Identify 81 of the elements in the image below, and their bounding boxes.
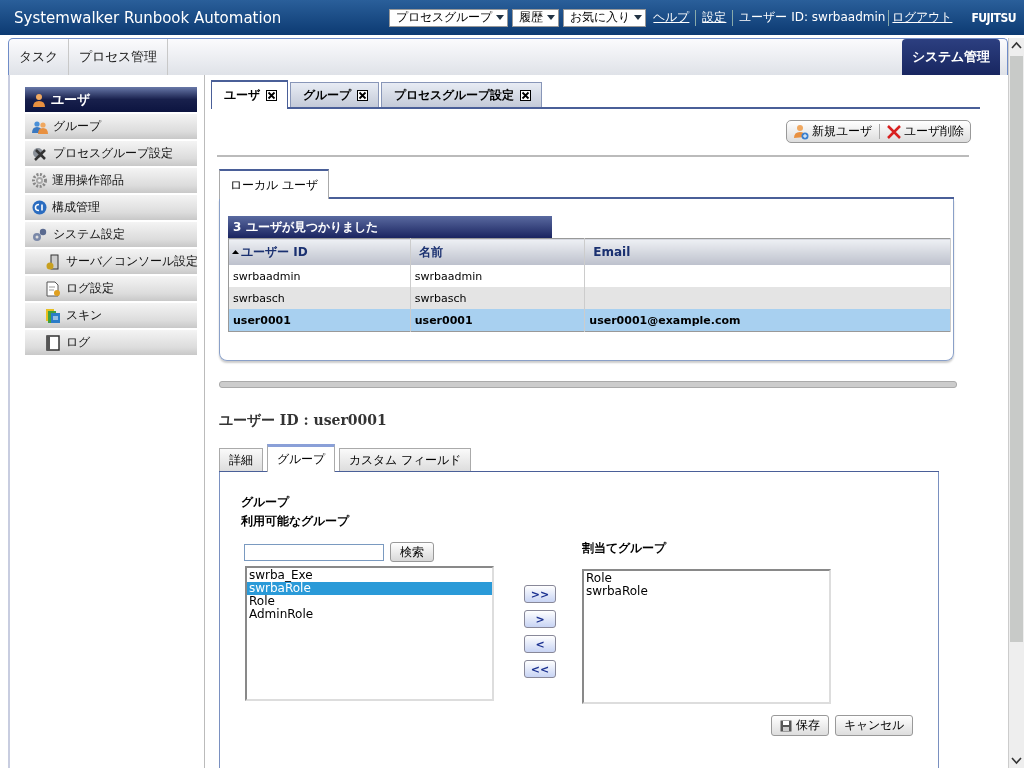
sidebar-item[interactable]: スキン xyxy=(25,303,197,328)
list-item[interactable]: swrba_Exe xyxy=(247,569,492,582)
column-header[interactable]: ユーザー ID xyxy=(228,238,411,265)
close-icon xyxy=(266,90,277,101)
nav-tab[interactable]: システム管理 xyxy=(902,39,1000,75)
sidebar-item[interactable]: ログ設定 xyxy=(25,276,197,301)
book-icon xyxy=(45,334,61,351)
table-cell: user0001 xyxy=(414,313,473,327)
server-icon xyxy=(45,253,61,270)
move-button[interactable]: < xyxy=(524,635,556,653)
move-button[interactable]: >> xyxy=(524,585,556,603)
sidebar-item[interactable]: サーバ／コンソール設定 xyxy=(25,249,197,274)
section-label: グループ xyxy=(241,494,289,511)
table-caption: 3 ユーザが見つかりました xyxy=(228,216,552,238)
app-title: Systemwalker Runbook Automation xyxy=(14,8,283,27)
caret-icon xyxy=(496,15,505,20)
toolbar-button[interactable]: ユーザ削除 xyxy=(887,123,964,140)
header-link[interactable]: ヘルプ xyxy=(650,9,693,26)
tools-icon xyxy=(32,146,48,161)
list-box[interactable]: Role swrbaRole xyxy=(582,569,831,704)
list-label: 割当てグループ xyxy=(582,540,668,557)
company-logo: FUJITSU xyxy=(971,10,1016,25)
move-button[interactable]: > xyxy=(524,610,556,628)
person-icon xyxy=(32,92,46,107)
tab[interactable]: プロセスグループ設定 xyxy=(381,82,542,107)
sidebar-item[interactable]: 構成管理 xyxy=(25,195,197,220)
user-id-label: ユーザー ID: swrbaadmin xyxy=(738,9,887,26)
delete-x-icon xyxy=(887,124,901,139)
scrollbar-thumb[interactable] xyxy=(1010,56,1023,642)
nav-tab[interactable]: タスク xyxy=(9,39,69,75)
sidebar-item[interactable]: グループ xyxy=(25,114,197,139)
column-header[interactable]: Email xyxy=(584,238,951,265)
dropdown-menu[interactable]: お気に入り xyxy=(563,8,647,27)
splitter-handle[interactable] xyxy=(219,381,957,388)
tab[interactable]: グループ xyxy=(290,82,379,107)
list-label: 利用可能なグループ xyxy=(241,513,349,530)
table-cell: swrbasch xyxy=(414,291,467,305)
cancel-button[interactable]: キャンセル xyxy=(835,715,913,736)
list-item[interactable]: Role xyxy=(247,595,492,608)
detail-title: ユーザー ID : user0001 xyxy=(219,412,387,430)
search-button[interactable]: 検索 xyxy=(390,542,434,562)
table-cell: swrbasch xyxy=(233,291,285,305)
sidebar-item[interactable]: ログ xyxy=(25,330,197,355)
table-cell: user0001 xyxy=(233,313,291,327)
caret-icon xyxy=(547,15,556,20)
table-cell: user0001@example.com xyxy=(589,313,741,327)
save-button[interactable]: 保存 xyxy=(771,715,829,736)
sidebar-item[interactable]: 運用操作部品 xyxy=(25,168,197,193)
move-button[interactable]: << xyxy=(524,660,556,678)
sidebar-item[interactable]: システム設定 xyxy=(25,222,197,247)
nav-tab[interactable]: プロセス管理 xyxy=(69,39,168,75)
gear-icon xyxy=(32,173,47,188)
sidebar-item[interactable]: ユーザ xyxy=(25,87,197,112)
dropdown-menu[interactable]: 履歴 xyxy=(512,8,560,27)
search-field[interactable] xyxy=(244,543,384,561)
list-item[interactable]: swrbaRole xyxy=(584,585,829,598)
tab[interactable]: カスタム フィールド xyxy=(339,448,471,471)
ci-icon xyxy=(32,200,47,215)
tab[interactable]: グループ xyxy=(267,444,335,472)
palette-icon xyxy=(45,307,61,324)
toolbar-button[interactable]: 新規ユーザ xyxy=(793,123,872,140)
add-user-icon xyxy=(793,123,809,140)
table-cell: swrbaadmin xyxy=(414,269,483,283)
people-icon xyxy=(32,119,48,134)
dropdown-menu[interactable]: プロセスグループ xyxy=(389,8,509,27)
column-header[interactable]: 名前 xyxy=(410,238,585,265)
header-link[interactable]: 設定 xyxy=(699,9,730,26)
tab[interactable]: ユーザ xyxy=(211,80,288,109)
sidebar-item[interactable]: プロセスグループ設定 xyxy=(25,141,197,166)
gears-icon xyxy=(32,227,48,242)
document-icon xyxy=(45,280,61,297)
close-icon xyxy=(357,89,368,101)
list-box[interactable]: swrba_Exe swrbaRole Role AdminRole xyxy=(245,566,494,701)
tab[interactable]: ローカル ユーザ xyxy=(219,169,329,199)
list-item[interactable]: AdminRole xyxy=(247,608,492,621)
close-icon xyxy=(520,89,531,101)
list-item[interactable]: Role xyxy=(584,572,829,585)
table-cell: swrbaadmin xyxy=(233,269,301,283)
tab[interactable]: 詳細 xyxy=(219,448,263,471)
caret-icon xyxy=(634,15,643,20)
logout-link[interactable]: ログアウト xyxy=(889,9,956,26)
